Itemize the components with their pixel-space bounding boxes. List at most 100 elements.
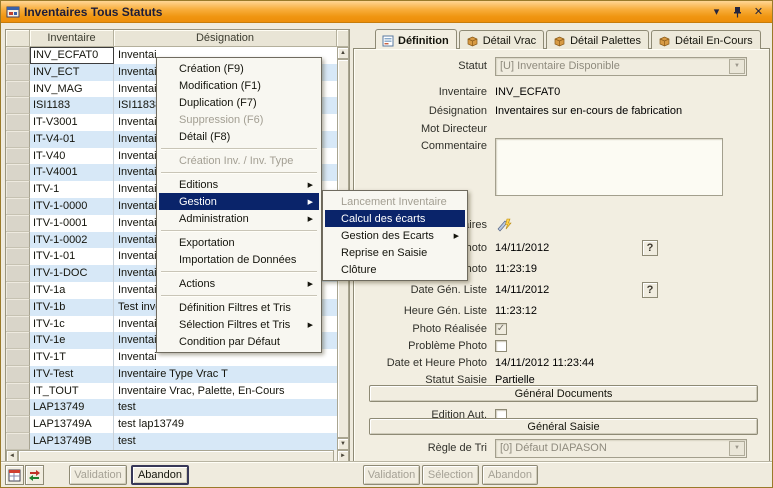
menu-item-actions[interactable]: Actions▶ bbox=[159, 275, 319, 292]
menu-item-detail[interactable]: Détail (F8) bbox=[159, 128, 319, 145]
menu-item-duplication[interactable]: Duplication (F7) bbox=[159, 94, 319, 111]
date-photo-field[interactable]: 14/11/2012 bbox=[495, 242, 549, 254]
column-header-inventaire[interactable]: Inventaire bbox=[30, 30, 114, 47]
row-selector-cell[interactable] bbox=[6, 433, 30, 450]
menu-item-importation[interactable]: Importation de Données bbox=[159, 251, 319, 268]
row-selector-cell[interactable] bbox=[6, 97, 30, 114]
submenu-item-gestion-ecarts[interactable]: Gestion des Ecarts▶ bbox=[325, 227, 465, 244]
cell-inventaire: ITV-1 bbox=[30, 181, 114, 198]
form-row-date-gen-liste: Date Gén. Liste 14/11/2012 ? bbox=[355, 281, 761, 299]
heure-photo-field[interactable]: 11:23:19 bbox=[495, 263, 537, 275]
gestionnaires-edit-icon[interactable] bbox=[495, 218, 515, 232]
scroll-down-button[interactable]: ▼ bbox=[337, 438, 349, 450]
row-selector-cell[interactable] bbox=[6, 198, 30, 215]
abandon-button-right[interactable]: Abandon bbox=[482, 465, 538, 485]
commentaire-textarea[interactable] bbox=[495, 138, 723, 196]
inventaire-field[interactable]: INV_ECFAT0 bbox=[495, 86, 560, 98]
submenu-item-calcul-ecarts[interactable]: Calcul des écarts bbox=[325, 210, 465, 227]
column-header-designation[interactable]: Désignation bbox=[114, 30, 337, 47]
menu-item-creation[interactable]: Création (F9) bbox=[159, 60, 319, 77]
header-cap bbox=[337, 30, 349, 47]
row-selector-cell[interactable] bbox=[6, 248, 30, 265]
menu-item-label: Duplication (F7) bbox=[179, 97, 257, 109]
row-selector-cell[interactable] bbox=[6, 282, 30, 299]
date-gen-liste-field[interactable]: 14/11/2012 bbox=[495, 284, 549, 296]
definition-tab-icon bbox=[382, 35, 394, 47]
date-photo-help-button[interactable]: ? bbox=[642, 240, 658, 256]
tab-detail-encours[interactable]: Détail En-Cours bbox=[651, 30, 761, 49]
row-selector-cell[interactable] bbox=[6, 164, 30, 181]
submenu-arrow-icon: ▶ bbox=[302, 198, 313, 206]
cell-inventaire: ITV-1T bbox=[30, 349, 114, 366]
row-selector-cell[interactable] bbox=[6, 399, 30, 416]
table-row[interactable]: LAP13749Atest lap13749 bbox=[6, 416, 337, 433]
menu-item-editions[interactable]: Editions▶ bbox=[159, 176, 319, 193]
menu-item-condition-defaut[interactable]: Condition par Défaut bbox=[159, 333, 319, 350]
menu-item-suppression: Suppression (F6) bbox=[159, 111, 319, 128]
cell-inventaire: ITV-1a bbox=[30, 282, 114, 299]
form-row-probleme-photo: Problème Photo bbox=[355, 337, 761, 355]
rollup-button[interactable]: ▾ bbox=[708, 4, 725, 19]
tab-detail-vrac[interactable]: Détail Vrac bbox=[459, 30, 544, 49]
general-documents-button[interactable]: Général Documents bbox=[369, 385, 758, 402]
general-saisie-button[interactable]: Général Saisie bbox=[369, 418, 758, 435]
probleme-photo-checkbox[interactable] bbox=[495, 340, 507, 352]
close-button[interactable]: ✕ bbox=[750, 4, 767, 19]
regle-tri-select[interactable]: [0] Défaut DIAPASON ▼ bbox=[495, 439, 747, 458]
row-selector-cell[interactable] bbox=[6, 416, 30, 433]
cell-designation: test bbox=[114, 433, 337, 450]
cell-inventaire: ITV-Test bbox=[30, 366, 114, 383]
tab-definition[interactable]: Définition bbox=[375, 29, 457, 49]
row-selector-cell[interactable] bbox=[6, 64, 30, 81]
cell-designation: test bbox=[114, 399, 337, 416]
row-selector-cell[interactable] bbox=[6, 299, 30, 316]
grid-config-button[interactable] bbox=[5, 465, 24, 485]
row-selector-cell[interactable] bbox=[6, 81, 30, 98]
abandon-button-left[interactable]: Abandon bbox=[131, 465, 189, 485]
row-selector-cell[interactable] bbox=[6, 47, 30, 64]
menu-item-administration[interactable]: Administration▶ bbox=[159, 210, 319, 227]
row-selector-cell[interactable] bbox=[6, 316, 30, 333]
row-selector-cell[interactable] bbox=[6, 232, 30, 249]
row-selector-cell[interactable] bbox=[6, 148, 30, 165]
submenu-item-cloture[interactable]: Clôture bbox=[325, 261, 465, 278]
row-selector-cell[interactable] bbox=[6, 131, 30, 148]
menu-item-label: Editions bbox=[179, 179, 218, 191]
menu-item-exportation[interactable]: Exportation bbox=[159, 234, 319, 251]
table-row[interactable]: IT_TOUTInventaire Vrac, Palette, En-Cour… bbox=[6, 383, 337, 400]
table-row[interactable]: LAP13749test bbox=[6, 399, 337, 416]
scroll-up-button[interactable]: ▲ bbox=[337, 47, 349, 59]
row-selector-cell[interactable] bbox=[6, 349, 30, 366]
photo-realisee-label: Photo Réalisée bbox=[355, 323, 495, 335]
transfer-button[interactable] bbox=[25, 465, 44, 485]
table-row[interactable]: LAP13749Btest bbox=[6, 433, 337, 450]
menu-item-gestion[interactable]: Gestion▶ bbox=[159, 193, 319, 210]
row-selector-cell[interactable] bbox=[6, 181, 30, 198]
statut-select[interactable]: [U] Inventaire Disponible ▼ bbox=[495, 57, 747, 76]
selection-button[interactable]: Sélection bbox=[422, 465, 479, 485]
row-selector-cell[interactable] bbox=[6, 114, 30, 131]
form-row-commentaire: Commentaire bbox=[355, 138, 761, 198]
menu-item-modification[interactable]: Modification (F1) bbox=[159, 77, 319, 94]
row-selector-cell[interactable] bbox=[6, 366, 30, 383]
window-title: Inventaires Tous Statuts bbox=[24, 5, 162, 19]
designation-field[interactable]: Inventaires sur en-cours de fabrication bbox=[495, 105, 682, 117]
tab-detail-palettes[interactable]: Détail Palettes bbox=[546, 30, 649, 49]
box-icon bbox=[553, 35, 566, 47]
validation-button-left[interactable]: Validation bbox=[69, 465, 127, 485]
heure-gen-liste-field[interactable]: 11:23:12 bbox=[495, 305, 537, 317]
row-selector-cell[interactable] bbox=[6, 383, 30, 400]
table-row[interactable]: ITV-TestInventaire Type Vrac T bbox=[6, 366, 337, 383]
menu-item-definition-filtres[interactable]: Définition Filtres et Tris bbox=[159, 299, 319, 316]
date-gen-liste-help-button[interactable]: ? bbox=[642, 282, 658, 298]
cell-inventaire: ISI1183 bbox=[30, 97, 114, 114]
pin-button[interactable] bbox=[729, 4, 746, 19]
submenu-item-reprise[interactable]: Reprise en Saisie bbox=[325, 244, 465, 261]
validation-button-right[interactable]: Validation bbox=[363, 465, 420, 485]
row-selector-cell[interactable] bbox=[6, 215, 30, 232]
menu-separator bbox=[161, 145, 317, 152]
row-selector-cell[interactable] bbox=[6, 332, 30, 349]
photo-realisee-checkbox[interactable]: ✓ bbox=[495, 323, 507, 335]
menu-item-selection-filtres[interactable]: Sélection Filtres et Tris▶ bbox=[159, 316, 319, 333]
row-selector-cell[interactable] bbox=[6, 265, 30, 282]
